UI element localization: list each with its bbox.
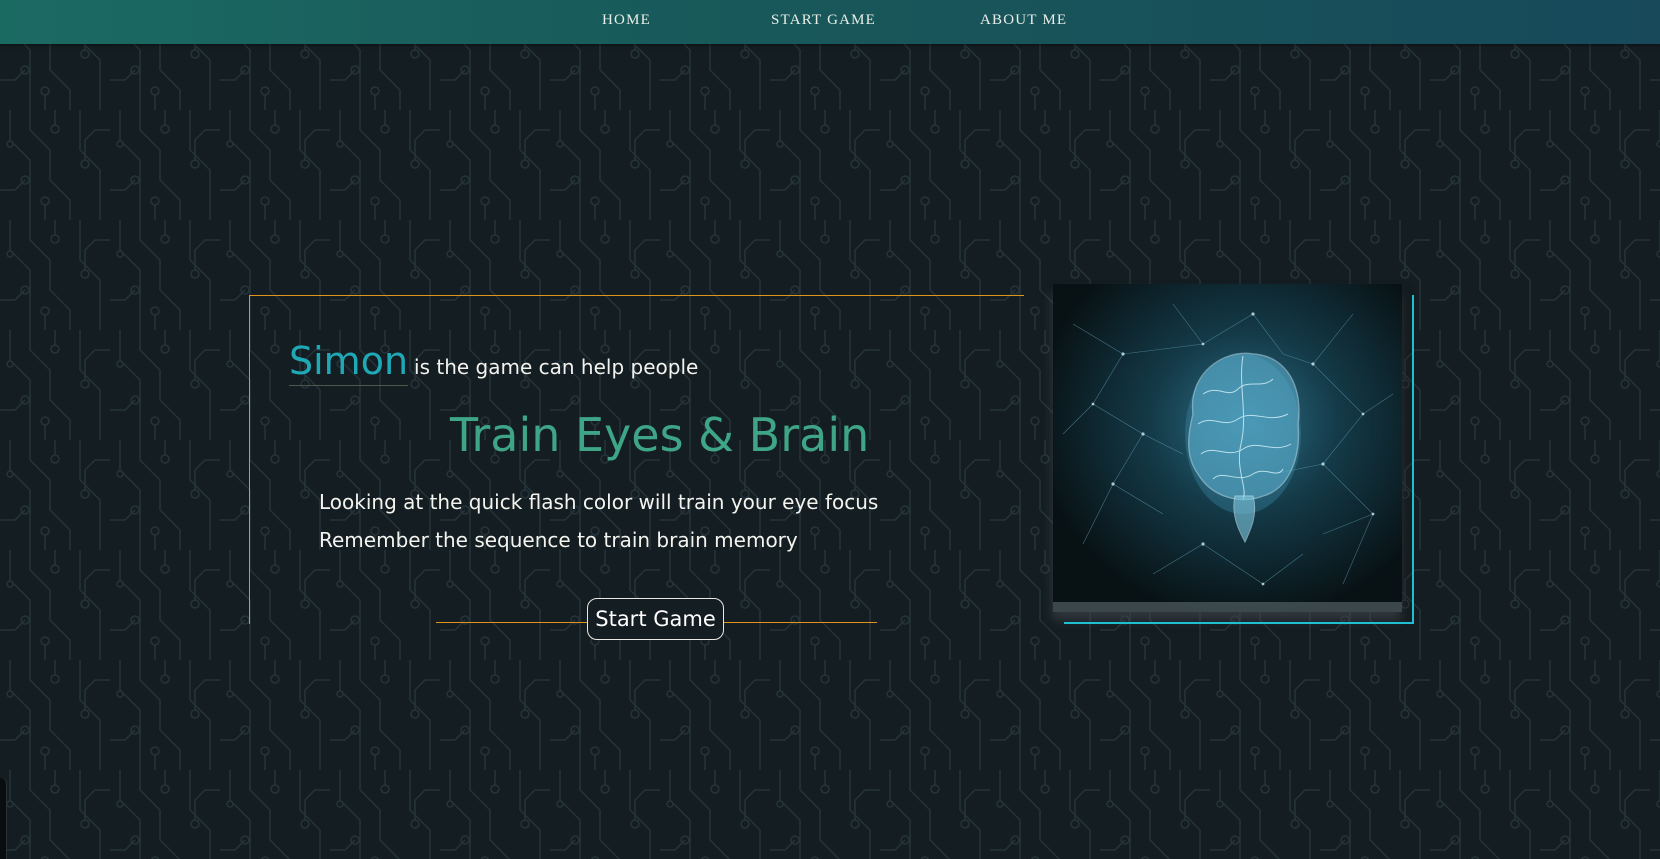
nav-home-link[interactable]: HOME <box>602 12 651 29</box>
side-tab <box>0 778 7 859</box>
description-brain-memory: Remember the sequence to train brain mem… <box>319 528 798 552</box>
orange-frame-left <box>249 295 250 624</box>
intro-text: is the game can help people <box>414 355 699 379</box>
cyan-frame-bottom <box>1064 622 1414 624</box>
brain-image <box>1053 284 1402 612</box>
nav-about-me-link[interactable]: ABOUT ME <box>980 12 1067 29</box>
nav-start-game-link[interactable]: START GAME <box>771 12 876 29</box>
start-game-button[interactable]: Start Game <box>587 598 724 640</box>
orange-frame-top <box>249 295 1024 296</box>
description-eye-focus: Looking at the quick flash color will tr… <box>319 490 879 514</box>
intro-line: Simon is the game can help people <box>289 340 699 386</box>
simon-title: Simon <box>289 340 409 386</box>
cyan-frame-right <box>1412 295 1414 623</box>
top-navbar: HOME START GAME ABOUT ME <box>0 0 1660 44</box>
hero-headline: Train Eyes & Brain <box>450 408 870 462</box>
brain-hologram-icon <box>1053 284 1402 612</box>
